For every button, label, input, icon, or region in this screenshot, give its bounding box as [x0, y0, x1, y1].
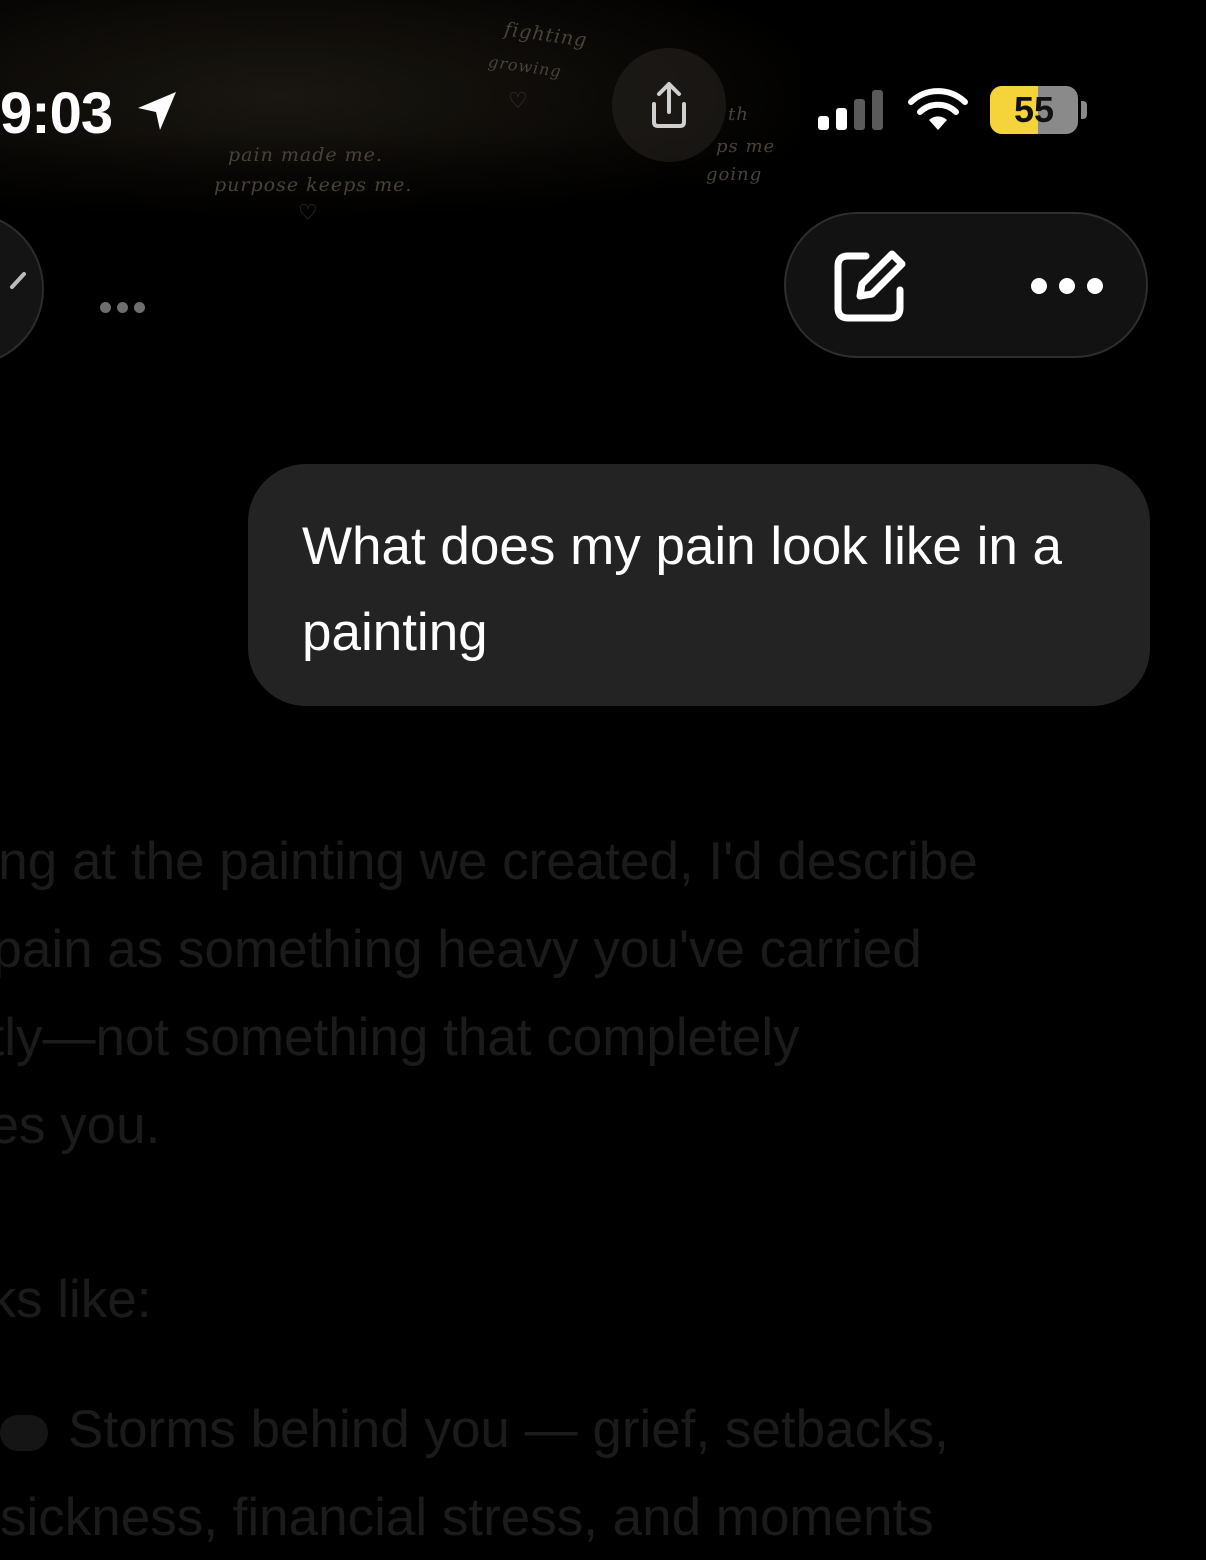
heart-icon: ♡: [298, 200, 318, 225]
chevron-left-icon: [10, 272, 26, 289]
storm-line-1: Storms behind you — grief, setbacks,: [68, 1400, 949, 1459]
art-line-2: purpose keeps me.: [214, 174, 413, 196]
user-message-text: What does my pain look like in a paintin…: [302, 517, 1063, 662]
reply-line-2: r pain as something heavy you've carried: [0, 920, 922, 979]
compose-icon[interactable]: [826, 244, 912, 330]
heart-icon: ♡: [508, 88, 528, 113]
share-button[interactable]: [612, 48, 726, 162]
battery-percent: 55: [1013, 89, 1055, 130]
more-horizontal-icon[interactable]: [1022, 258, 1112, 314]
reply-label: oks like:: [0, 1270, 152, 1329]
art-fragment-1: th: [728, 104, 749, 125]
share-icon: [652, 82, 686, 128]
chat-screen: pain made me. purpose keeps me. ♡ fighti…: [0, 0, 1206, 1560]
reply-line-4: nes you.: [0, 1096, 161, 1155]
storm-cloud-icon: [0, 1415, 48, 1451]
status-time: 9:03: [0, 81, 113, 146]
battery-indicator: 55: [990, 86, 1078, 134]
wifi-icon: [908, 88, 968, 130]
assistant-reply: king at the painting we created, I'd des…: [0, 818, 1160, 1547]
art-fragment-2: ps me: [716, 136, 776, 157]
cellular-signal-icon: [818, 90, 883, 130]
more-options-icon[interactable]: [100, 300, 156, 324]
storm-line-2: sickness, financial stress, and moments: [0, 1488, 934, 1547]
reply-line-1: king at the painting we created, I'd des…: [0, 832, 978, 891]
art-line-1: pain made me.: [228, 144, 383, 166]
location-arrow-icon: [138, 92, 176, 130]
chat-toolbar: [784, 212, 1148, 358]
user-message-bubble: What does my pain look like in a paintin…: [248, 464, 1150, 706]
battery-cap: [1081, 101, 1087, 119]
art-fragment-3: going: [706, 164, 763, 185]
reply-line-3: etly—not something that completely: [0, 1008, 800, 1067]
reply-list-item: Storms behind you — grief, setbacks, sic…: [0, 1386, 949, 1560]
